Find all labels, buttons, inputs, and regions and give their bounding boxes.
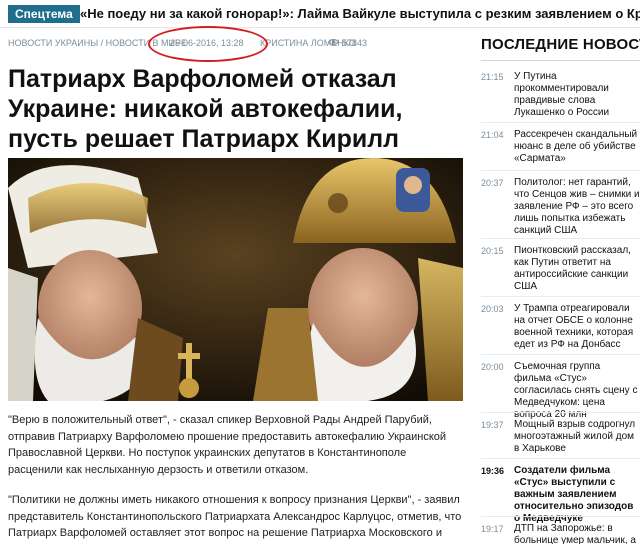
news-headline-link[interactable]: Мощный взрыв содрогнул многоэтажный жило… — [514, 419, 640, 455]
news-headline-link[interactable]: У Путина прокомментировали правдивые сло… — [514, 71, 640, 119]
news-divider — [481, 238, 640, 239]
latest-news-sidebar: ПОСЛЕДНИЕ НОВОСТИ 21:15 У Путина прокомм… — [475, 28, 640, 544]
news-divider — [481, 354, 640, 355]
news-time: 19:17 — [481, 524, 504, 534]
news-time: 20:03 — [481, 304, 504, 314]
news-time: 19:36 — [481, 466, 505, 476]
article-title: Патриарх Варфоломей отказал Украине: ник… — [8, 65, 403, 153]
news-headline-link[interactable]: У Трампа отреагировали на отчет ОБСЕ о к… — [514, 303, 640, 351]
news-divider — [481, 516, 640, 517]
special-topic-badge[interactable]: Спецтема — [8, 5, 80, 23]
article-paragraph-2: "Политики не должны иметь никакого отнош… — [8, 494, 462, 544]
top-ticker: Спецтема «Не поеду ни за какой гонорар!»… — [0, 0, 640, 28]
news-time: 20:37 — [481, 178, 504, 188]
news-headline-link[interactable]: Рассекречен скандальный нюанс в деле об … — [514, 129, 640, 165]
news-divider — [481, 412, 640, 413]
news-time: 21:04 — [481, 130, 504, 140]
news-headline-link[interactable]: ДТП на Запорожье: в больнице умер мальчи… — [514, 523, 640, 544]
date-highlight-circle — [148, 26, 268, 62]
news-headline-link[interactable]: Политолог: нет гарантий, что Сенцов жив … — [514, 177, 640, 237]
ticker-headline-link[interactable]: «Не поеду ни за какой гонорар!»: Лайма В… — [80, 5, 640, 23]
sidebar-title: ПОСЛЕДНИЕ НОВОСТИ — [481, 36, 640, 53]
news-time: 20:00 — [481, 362, 504, 372]
article-paragraph-1: "Верю в положительный ответ", - сказал с… — [8, 414, 447, 476]
sidebar-title-divider — [481, 60, 640, 61]
article-photo — [8, 158, 463, 401]
news-time: 20:15 — [481, 246, 504, 256]
news-time: 21:15 — [481, 72, 504, 82]
eye-icon — [328, 39, 339, 45]
news-divider — [481, 122, 640, 123]
view-count: 57843 — [342, 38, 368, 48]
news-divider — [481, 458, 640, 459]
news-divider — [481, 170, 640, 171]
patriarchs-photo — [8, 158, 463, 401]
news-headline-link[interactable]: Пионтковский рассказал, как Путин ответи… — [514, 245, 640, 293]
news-divider — [481, 296, 640, 297]
news-time: 19:37 — [481, 420, 504, 430]
